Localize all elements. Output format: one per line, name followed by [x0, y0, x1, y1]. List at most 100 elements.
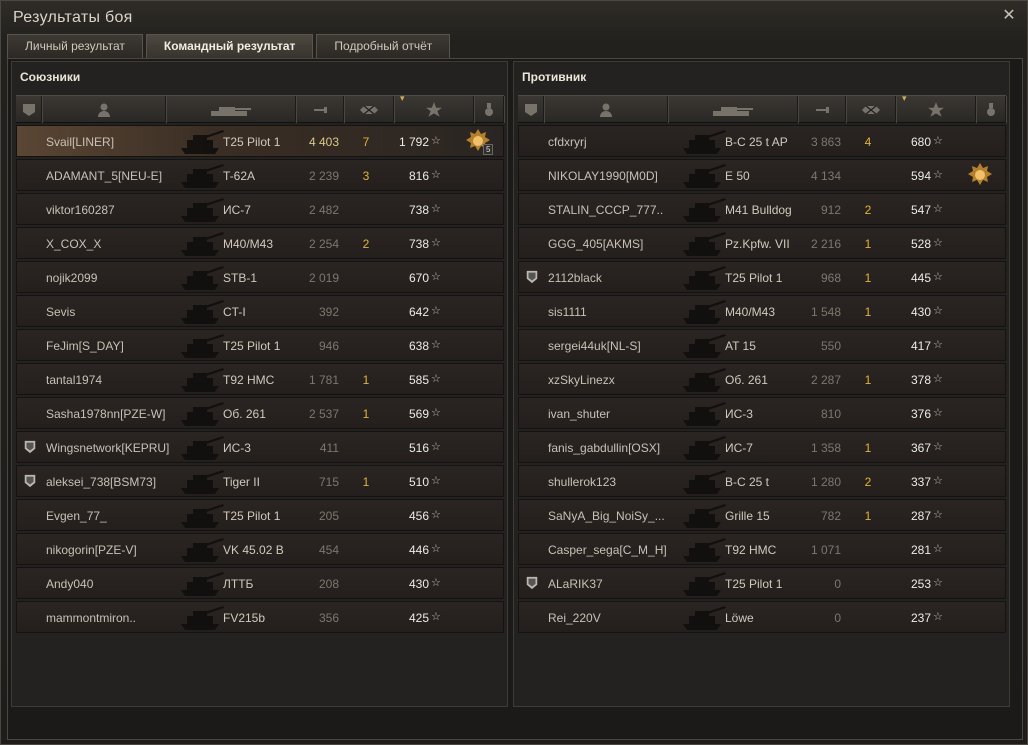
damage-value: 208	[318, 577, 339, 591]
vehicle-name: FV215b	[223, 611, 266, 625]
clan-emblem-icon	[24, 440, 36, 454]
player-row[interactable]: viktor160287 ИС-7 2 482 738 ☆	[16, 193, 504, 225]
player-row[interactable]: ALaRIK37 T25 Pilot 1 0 253 ☆	[518, 567, 1006, 599]
tank-silhouette-icon	[683, 504, 726, 528]
player-row[interactable]: Evgen_77_ T25 Pilot 1 205 456 ☆	[16, 499, 504, 531]
tank-silhouette-icon	[181, 300, 224, 324]
star-icon: ☆	[431, 508, 441, 521]
player-row[interactable]: X_COX_X M40/M43 2 254 2 738 ☆	[16, 227, 504, 259]
damage-value: 454	[318, 543, 339, 557]
allies-list: Svail[LINER] T25 Pilot 14 403 7 1 792 ☆ 5 ADAM…	[16, 125, 504, 635]
tab-team-result[interactable]: Командный результат	[145, 34, 314, 58]
damage-value: 2 482	[308, 203, 339, 217]
player-row[interactable]: GGG_405[AKMS] Pz.Kpfw. VII 2 216 1 528 ☆	[518, 227, 1006, 259]
vehicle-name: T-62A	[223, 169, 256, 183]
player-name: FeJim[S_DAY]	[46, 339, 124, 353]
player-row[interactable]: NIKOLAY1990[M0D] E 50 4 134 594 ☆	[518, 159, 1006, 191]
xp-value: 1 792	[398, 135, 429, 149]
star-icon: ☆	[431, 406, 441, 419]
player-name: tantal1974	[46, 373, 103, 387]
vehicle-name: T92 HMC	[223, 373, 275, 387]
xp-value: 585	[408, 373, 429, 387]
xp-sort-icon	[927, 101, 944, 117]
player-name: Wingsnetwork[KEPRU]	[46, 441, 170, 455]
vehicle-name: ИС-3	[223, 441, 251, 455]
xp-value: 680	[910, 135, 931, 149]
column-header-damage[interactable]	[296, 96, 344, 123]
tab-detailed-report[interactable]: Подробный отчёт	[316, 34, 451, 58]
column-header-clan[interactable]	[16, 96, 42, 123]
player-row[interactable]: shullerok123 B-C 25 t 1 280 2 337 ☆	[518, 465, 1006, 497]
xp-value: 237	[910, 611, 931, 625]
vehicle-name: M40/M43	[223, 237, 274, 251]
player-row[interactable]: nikogorin[PZE-V] VK 45.02 B 454 446 ☆	[16, 533, 504, 565]
allies-panel: Союзники ▾ Svail[LINER] T25 Pilot 1 4 403 7…	[11, 61, 508, 707]
player-row[interactable]: Sevis CT-I 392 642 ☆	[16, 295, 504, 327]
column-header-medal[interactable]	[474, 96, 504, 123]
window-title: Результаты боя	[13, 9, 133, 26]
achievement-medal-icon[interactable]	[967, 162, 993, 188]
player-row[interactable]: ADAMANT_5[NEU-E] T-62A 2 239 3 816 ☆	[16, 159, 504, 191]
tank-silhouette-icon	[181, 334, 224, 358]
kills-value: 1	[864, 271, 872, 285]
player-row[interactable]: STALIN_CCCP_777.. M41 Bulldog 912 2 547 ☆	[518, 193, 1006, 225]
player-row[interactable]: SaNyA_Big_NoiSy_... Grille 15 782 1 287 ☆	[518, 499, 1006, 531]
player-row[interactable]: aleksei_738[BSM73] Tiger II 715 1 510 ☆	[16, 465, 504, 497]
player-row[interactable]: fanis_gabdullin[OSX] ИС-7 1 358 1 367 ☆	[518, 431, 1006, 463]
player-name: Sevis	[46, 305, 76, 319]
star-icon: ☆	[933, 236, 943, 249]
clan-emblem-icon	[526, 270, 538, 284]
tank-silhouette-icon	[683, 164, 726, 188]
star-icon: ☆	[933, 474, 943, 487]
column-header-player[interactable]	[42, 96, 166, 123]
player-row[interactable]: Andy040 ЛТТБ 208 430 ☆	[16, 567, 504, 599]
player-row[interactable]: sergei44uk[NL-S] AT 15 550 417 ☆	[518, 329, 1006, 361]
vehicle-name: AT 15	[725, 339, 756, 353]
column-header-xp-sort[interactable]: ▾	[896, 93, 976, 123]
column-header-clan[interactable]	[518, 96, 544, 123]
damage-value: 946	[318, 339, 339, 353]
damage-value: 782	[820, 509, 841, 523]
player-name: Evgen_77_	[46, 509, 107, 523]
tank-icon	[712, 106, 753, 116]
player-row[interactable]: mammontmiron.. FV215b 356 425 ☆	[16, 601, 504, 633]
player-name: Andy040	[46, 577, 94, 591]
damage-icon	[815, 106, 829, 113]
xp-value: 670	[408, 271, 429, 285]
column-header-damage[interactable]	[798, 96, 846, 123]
player-row[interactable]: Rei_220V Löwe 0 237 ☆	[518, 601, 1006, 633]
column-header-tank[interactable]	[166, 96, 296, 123]
player-row[interactable]: tantal1974 T92 HMC 1 781 1 585 ☆	[16, 363, 504, 395]
player-row[interactable]: sis1111 M40/M43 1 548 1 430 ☆	[518, 295, 1006, 327]
player-row[interactable]: Svail[LINER] T25 Pilot 1 4 403 7 1 792 ☆ 5	[16, 125, 504, 157]
column-header-tank[interactable]	[668, 96, 798, 123]
achievement-medal-icon[interactable]: 5	[465, 128, 494, 155]
player-icon	[97, 103, 110, 117]
player-name: aleksei_738[BSM73]	[46, 475, 157, 489]
allies-header: ▾	[16, 93, 504, 123]
column-header-player[interactable]	[544, 96, 668, 123]
kills-value: 2	[864, 203, 872, 217]
player-row[interactable]: Sasha1978nn[PZE-W] Об. 261 2 537 1 569 ☆	[16, 397, 504, 429]
star-icon: ☆	[933, 542, 943, 555]
column-header-kills[interactable]	[344, 96, 394, 123]
player-row[interactable]: xzSkyLinezx Об. 261 2 287 1 378 ☆	[518, 363, 1006, 395]
column-header-medal[interactable]	[976, 96, 1006, 123]
close-icon[interactable]: ✕	[1001, 7, 1017, 23]
column-header-xp-sort[interactable]: ▾	[394, 93, 474, 123]
xp-value: 516	[408, 441, 429, 455]
tank-silhouette-icon	[181, 164, 224, 188]
xp-value: 816	[408, 169, 429, 183]
player-row[interactable]: 2112black T25 Pilot 1 968 1 445 ☆	[518, 261, 1006, 293]
player-row[interactable]: ivan_shuter ИС-3 810 376 ☆	[518, 397, 1006, 429]
player-row[interactable]: Wingsnetwork[KEPRU] ИС-3 411 516 ☆	[16, 431, 504, 463]
tab-personal-result[interactable]: Личный результат	[7, 34, 143, 58]
player-row[interactable]: cfdxryrj B-C 25 t AP 3 863 4 680 ☆	[518, 125, 1006, 157]
tank-silhouette-icon	[181, 538, 224, 562]
player-row[interactable]: Casper_sega[C_M_H] T92 HMC 1 071 281 ☆	[518, 533, 1006, 565]
damage-value: 392	[318, 305, 339, 319]
player-row[interactable]: nojik2099 STB-1 2 019 670 ☆	[16, 261, 504, 293]
vehicle-name: B-C 25 t AP	[725, 135, 788, 149]
player-row[interactable]: FeJim[S_DAY] T25 Pilot 1 946 638 ☆	[16, 329, 504, 361]
column-header-kills[interactable]	[846, 96, 896, 123]
